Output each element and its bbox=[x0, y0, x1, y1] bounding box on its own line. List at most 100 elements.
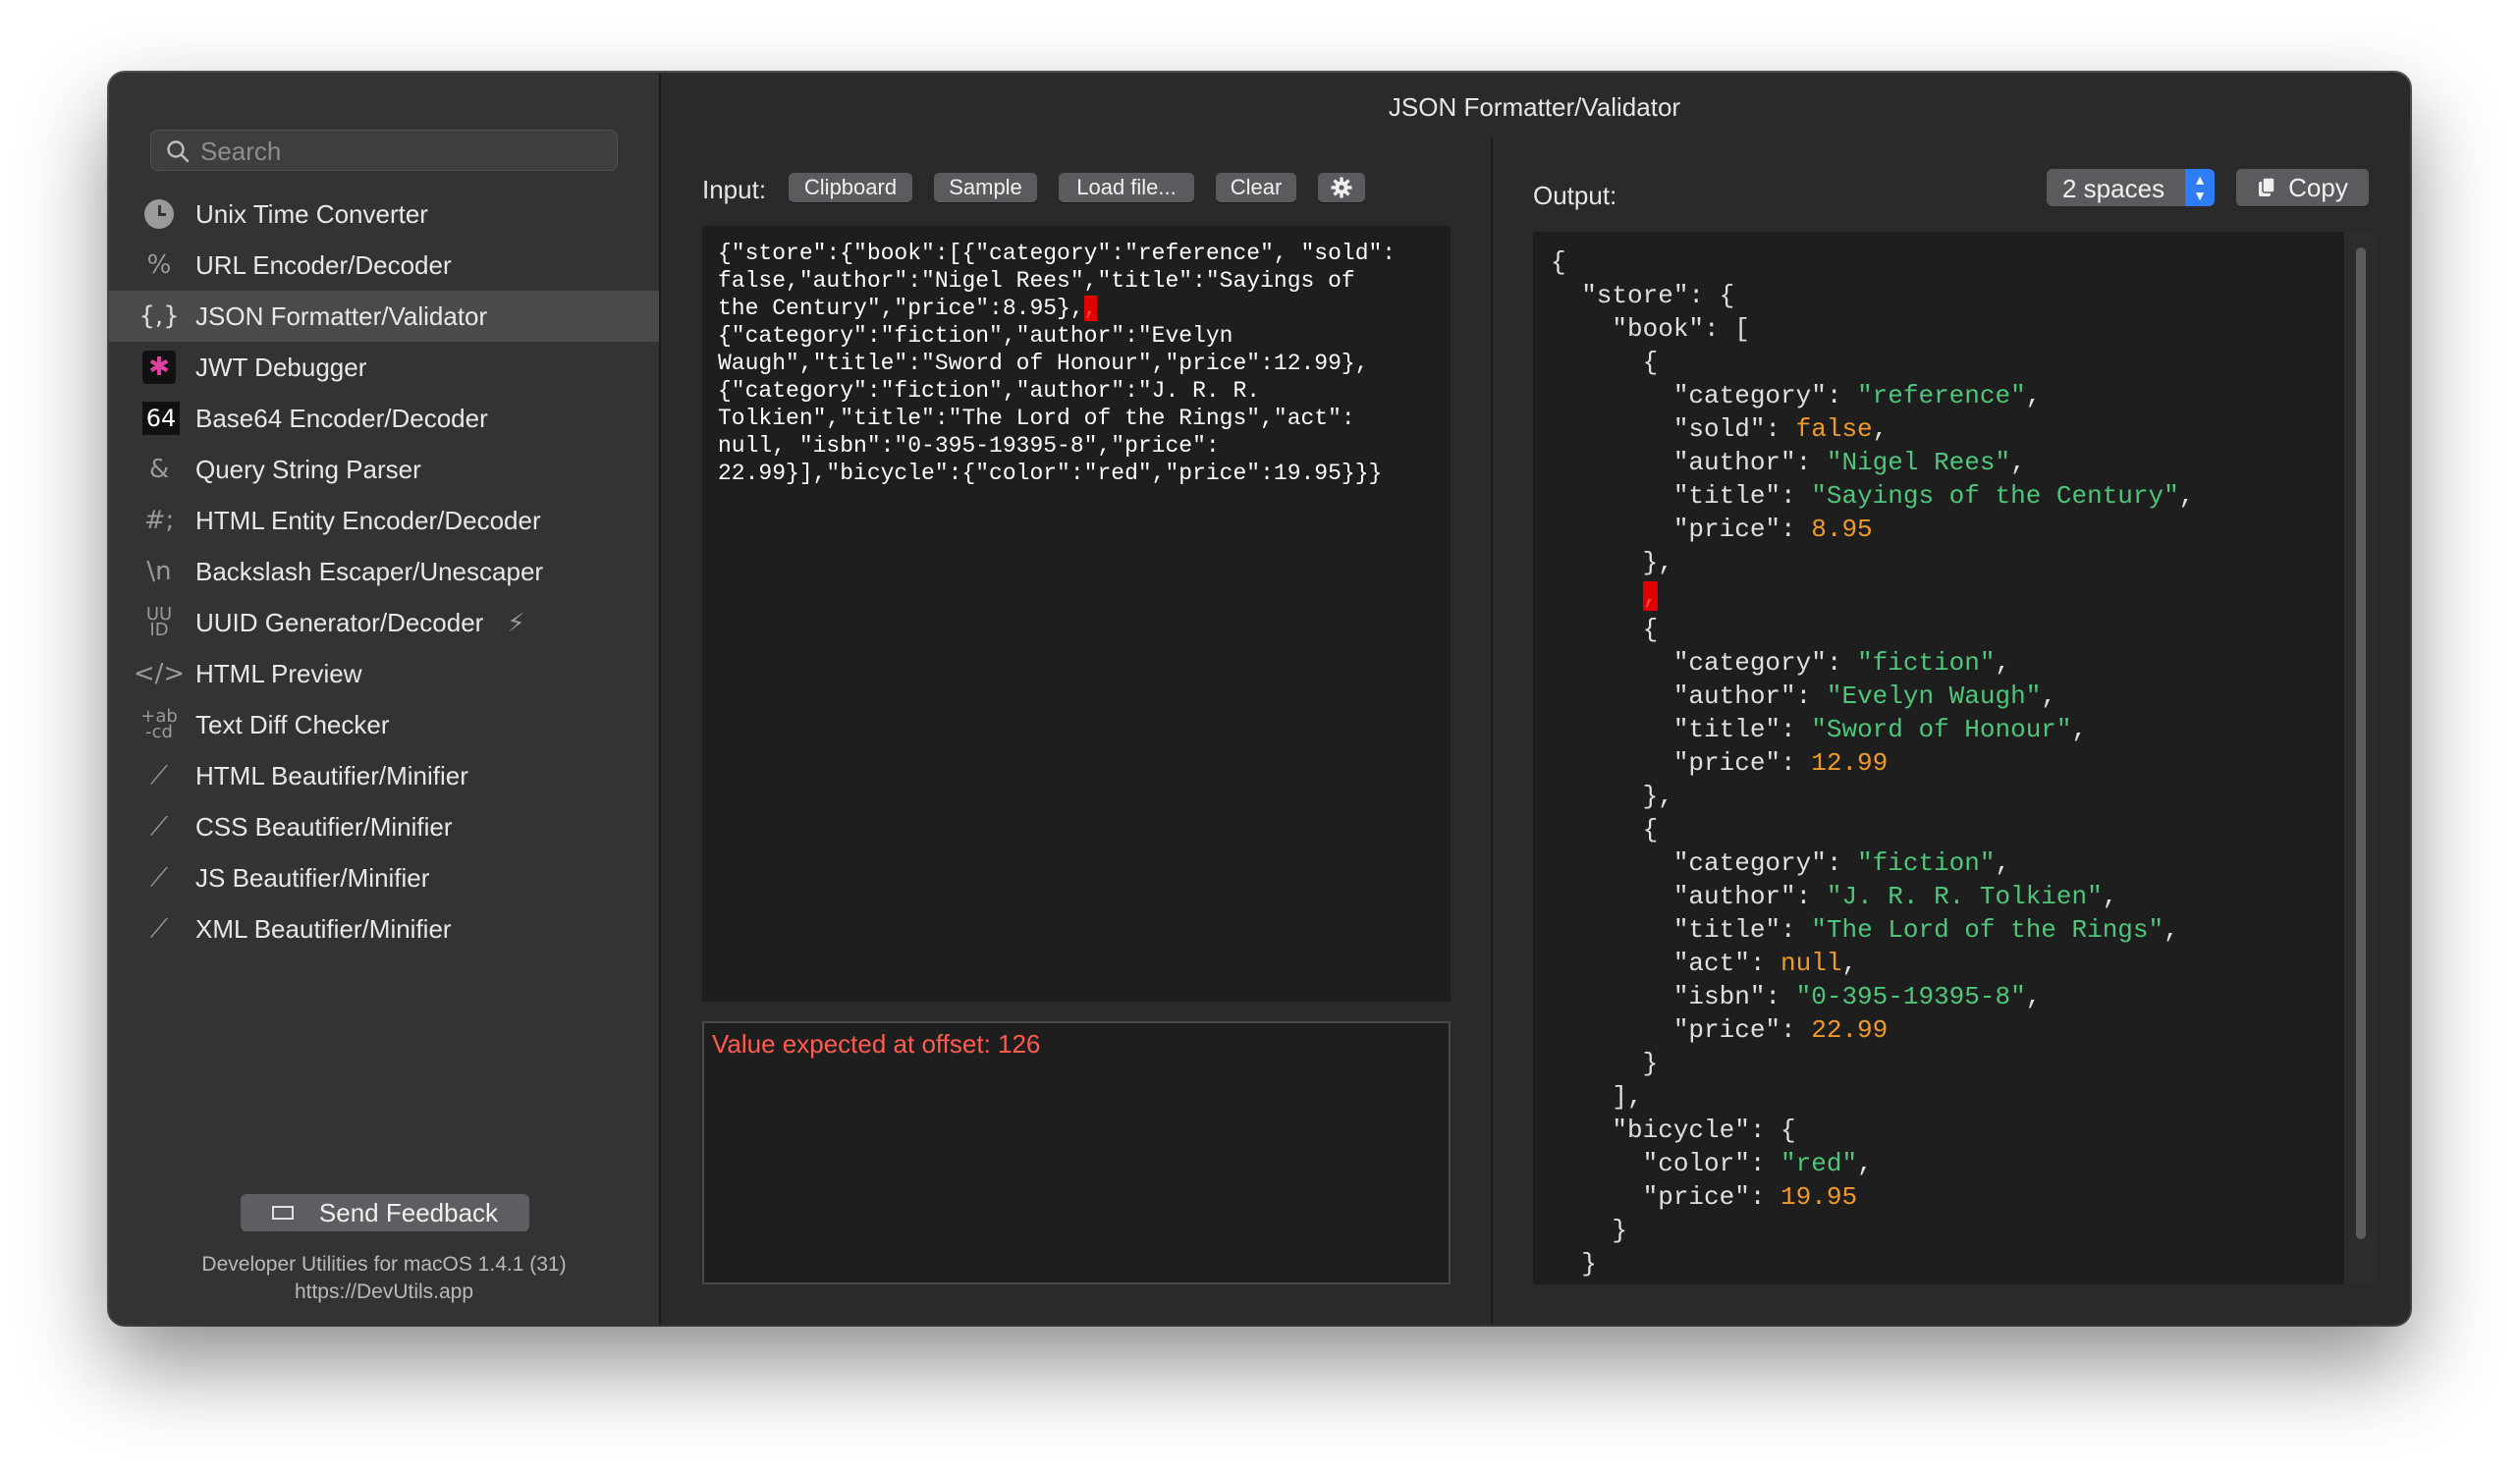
sidebar-item-label: JS Beautifier/Minifier bbox=[195, 862, 430, 893]
sidebar-item-label: JWT Debugger bbox=[195, 352, 367, 382]
clear-button[interactable]: Clear bbox=[1216, 173, 1296, 202]
output-label: Output: bbox=[1533, 181, 1617, 210]
search-icon bbox=[167, 140, 190, 163]
sidebar-item-label: JSON Formatter/Validator bbox=[195, 300, 488, 331]
clock-icon bbox=[144, 199, 174, 229]
window-title: JSON Formatter/Validator bbox=[1388, 92, 1681, 122]
book-3-title: The Lord of the Rings bbox=[1826, 915, 2149, 945]
sidebar-item-label: Base64 Encoder/Decoder bbox=[195, 403, 488, 433]
braces-icon: {,} bbox=[138, 301, 180, 331]
bicycle-price: 19.95 bbox=[1780, 1182, 1858, 1212]
jwt-icon: ✱ bbox=[142, 351, 176, 384]
magic-wand-icon: ⟋ bbox=[149, 862, 169, 893]
error-message: Value expected at offset: 126 bbox=[712, 1029, 1041, 1059]
sidebar-item-label: HTML Entity Encoder/Decoder bbox=[195, 505, 541, 535]
json-output-view[interactable]: { "store": { "book": [ { "category": "re… bbox=[1533, 232, 2344, 1284]
app-window: Unix Time Converter% URL Encoder/Decoder {… bbox=[109, 73, 2410, 1325]
magic-wand-icon: ⟋ bbox=[149, 913, 169, 944]
indent-select[interactable]: 2 spaces ▲ ▼ bbox=[2047, 169, 2215, 206]
book-3-isbn: 0-395-19395-8 bbox=[1811, 982, 2011, 1011]
lightning-icon: ⚡ bbox=[507, 607, 525, 637]
sidebar-item-label: Query String Parser bbox=[195, 454, 421, 484]
input-text-before: {"store":{"book":[{"category":"reference… bbox=[718, 241, 1397, 321]
copy-button[interactable]: Copy bbox=[2236, 169, 2369, 206]
book-3-author: J. R. R. Tolkien bbox=[1841, 882, 2088, 911]
ampersand-icon: & bbox=[148, 455, 170, 484]
magic-wand-icon: ⟋ bbox=[149, 811, 169, 842]
book-2-price: 12.99 bbox=[1811, 748, 1889, 778]
sidebar-item-url-encoder-decoder[interactable]: % URL Encoder/Decoder bbox=[109, 240, 659, 291]
website-link[interactable]: https://DevUtils.app bbox=[109, 1279, 659, 1306]
hash-icon: #; bbox=[143, 506, 175, 535]
sidebar-item-label: URL Encoder/Decoder bbox=[195, 249, 452, 280]
validation-message-box: Value expected at offset: 126 bbox=[702, 1021, 1451, 1284]
tool-list: Unix Time Converter% URL Encoder/Decoder {… bbox=[109, 189, 659, 954]
send-feedback-label: Send Feedback bbox=[318, 1197, 499, 1227]
sidebar-item-label: UUID Generator/Decoder bbox=[195, 607, 484, 637]
sidebar-item-label: Backslash Escaper/Unescaper bbox=[195, 556, 544, 586]
book-2-category: fiction bbox=[1872, 648, 1980, 678]
book-1-author: Nigel Rees bbox=[1841, 448, 1996, 477]
sidebar-item-uuid-generator-decoder[interactable]: UU ID UUID Generator/Decoder ⚡ bbox=[109, 597, 659, 648]
indent-select-value: 2 spaces bbox=[2062, 174, 2165, 203]
copy-label: Copy bbox=[2288, 172, 2348, 202]
json-input-editor[interactable]: {"store":{"book":[{"category":"reference… bbox=[702, 226, 1451, 1002]
send-feedback-button[interactable]: Send Feedback bbox=[241, 1194, 529, 1231]
sidebar-item-label: XML Beautifier/Minifier bbox=[195, 913, 452, 944]
pane-divider[interactable] bbox=[1491, 137, 1493, 1325]
error-highlight: , bbox=[1083, 296, 1098, 321]
sidebar-item-jwt-debugger[interactable]: ✱ JWT Debugger bbox=[109, 342, 659, 393]
gear-icon bbox=[1331, 177, 1352, 198]
output-scroll-thumb[interactable] bbox=[2356, 247, 2366, 1239]
search-input[interactable] bbox=[198, 131, 595, 172]
magic-wand-icon: ⟋ bbox=[149, 760, 169, 790]
uuid-icon: UU ID bbox=[145, 604, 173, 640]
sample-button[interactable]: Sample bbox=[934, 173, 1037, 202]
sidebar-item-backslash-escaper-unescaper[interactable]: \n Backslash Escaper/Unescaper bbox=[109, 546, 659, 597]
code-icon: </> bbox=[133, 659, 186, 688]
input-text-after: {"category":"fiction","author":"Evelyn W… bbox=[718, 323, 1383, 486]
book-1-sold: false bbox=[1795, 414, 1873, 444]
backslash-icon: \n bbox=[146, 557, 172, 586]
sidebar-item-label: CSS Beautifier/Minifier bbox=[195, 811, 453, 842]
sidebar-item-label: HTML Preview bbox=[195, 658, 362, 688]
version-info: Developer Utilities for macOS 1.4.1 (31)… bbox=[109, 1251, 659, 1306]
settings-button[interactable] bbox=[1318, 173, 1365, 202]
book-1-price: 8.95 bbox=[1811, 515, 1873, 544]
book-2-title: Sword of Honour bbox=[1826, 715, 2056, 744]
sidebar-item-text-diff-checker[interactable]: +ab -cd Text Diff Checker bbox=[109, 699, 659, 750]
book-1-title: Sayings of the Century bbox=[1826, 481, 2164, 511]
book-3-price: 22.99 bbox=[1811, 1015, 1889, 1045]
input-label: Input: bbox=[702, 175, 767, 204]
envelope-icon bbox=[271, 1206, 294, 1220]
book-3-act: null bbox=[1780, 949, 1842, 978]
book-3-category: fiction bbox=[1872, 848, 1980, 878]
sidebar-item-html-entity-encoder-decoder[interactable]: #; HTML Entity Encoder/Decoder bbox=[109, 495, 659, 546]
book-2-author: Evelyn Waugh bbox=[1841, 681, 2026, 711]
percent-icon: % bbox=[146, 250, 172, 280]
sidebar-item-js-beautifier-minifier[interactable]: ⟋ JS Beautifier/Minifier bbox=[109, 852, 659, 903]
sidebar-item-base64-encoder-decoder[interactable]: 64 Base64 Encoder/Decoder bbox=[109, 393, 659, 444]
clipboard-button[interactable]: Clipboard bbox=[789, 173, 912, 202]
sidebar-item-html-beautifier-minifier[interactable]: ⟋ HTML Beautifier/Minifier bbox=[109, 750, 659, 801]
output-error-highlight: , bbox=[1642, 581, 1659, 611]
copy-icon bbox=[2259, 177, 2275, 196]
bicycle-color: red bbox=[1795, 1149, 1842, 1178]
sidebar-item-unix-time-converter[interactable]: Unix Time Converter bbox=[109, 189, 659, 240]
sidebar-item-css-beautifier-minifier[interactable]: ⟋ CSS Beautifier/Minifier bbox=[109, 801, 659, 852]
sidebar-item-label: HTML Beautifier/Minifier bbox=[195, 760, 468, 790]
sidebar: Unix Time Converter% URL Encoder/Decoder {… bbox=[109, 73, 661, 1325]
book-1-category: reference bbox=[1872, 381, 2011, 410]
sidebar-item-label: Text Diff Checker bbox=[195, 709, 390, 739]
load-file-button[interactable]: Load file... bbox=[1059, 173, 1194, 202]
sidebar-item-html-preview[interactable]: </> HTML Preview bbox=[109, 648, 659, 699]
diff-icon: +ab -cd bbox=[140, 706, 178, 742]
sidebar-item-xml-beautifier-minifier[interactable]: ⟋ XML Beautifier/Minifier bbox=[109, 903, 659, 954]
base64-icon: 64 bbox=[142, 402, 180, 435]
select-arrows-icon: ▲ ▼ bbox=[2185, 169, 2215, 206]
version-text: Developer Utilities for macOS 1.4.1 (31) bbox=[201, 1253, 567, 1276]
sidebar-item-label: Unix Time Converter bbox=[195, 198, 428, 229]
sidebar-item-json-formatter-validator[interactable]: {,} JSON Formatter/Validator bbox=[109, 291, 659, 342]
search-field[interactable] bbox=[150, 130, 618, 172]
sidebar-item-query-string-parser[interactable]: & Query String Parser bbox=[109, 444, 659, 495]
